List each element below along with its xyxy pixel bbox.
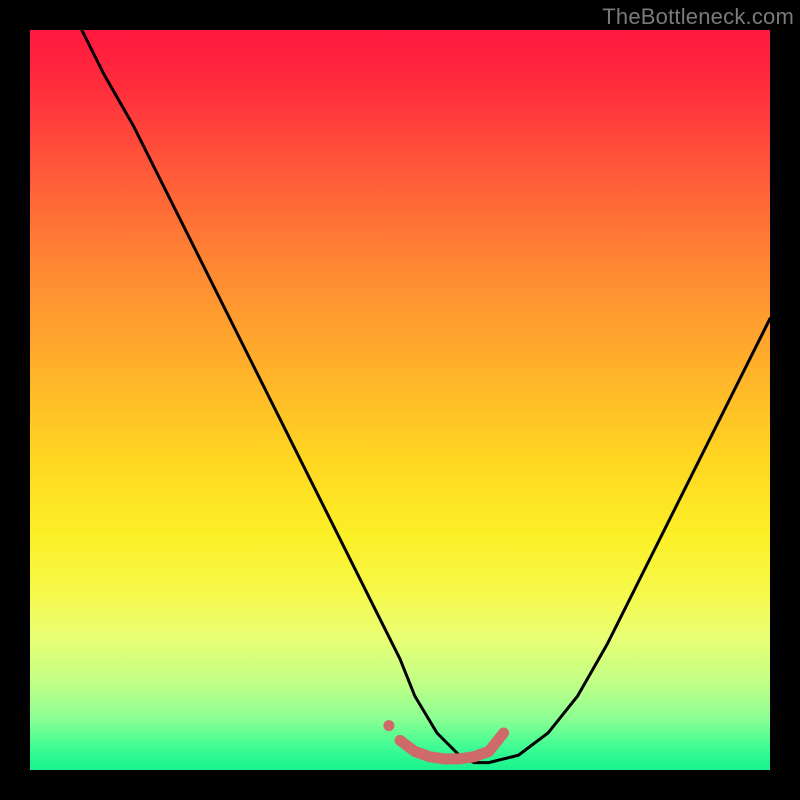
chart-frame: TheBottleneck.com [0,0,800,800]
watermark-text: TheBottleneck.com [602,4,794,30]
curve-layer [30,30,770,770]
bottleneck-curve [82,30,770,763]
plot-area [30,30,770,770]
